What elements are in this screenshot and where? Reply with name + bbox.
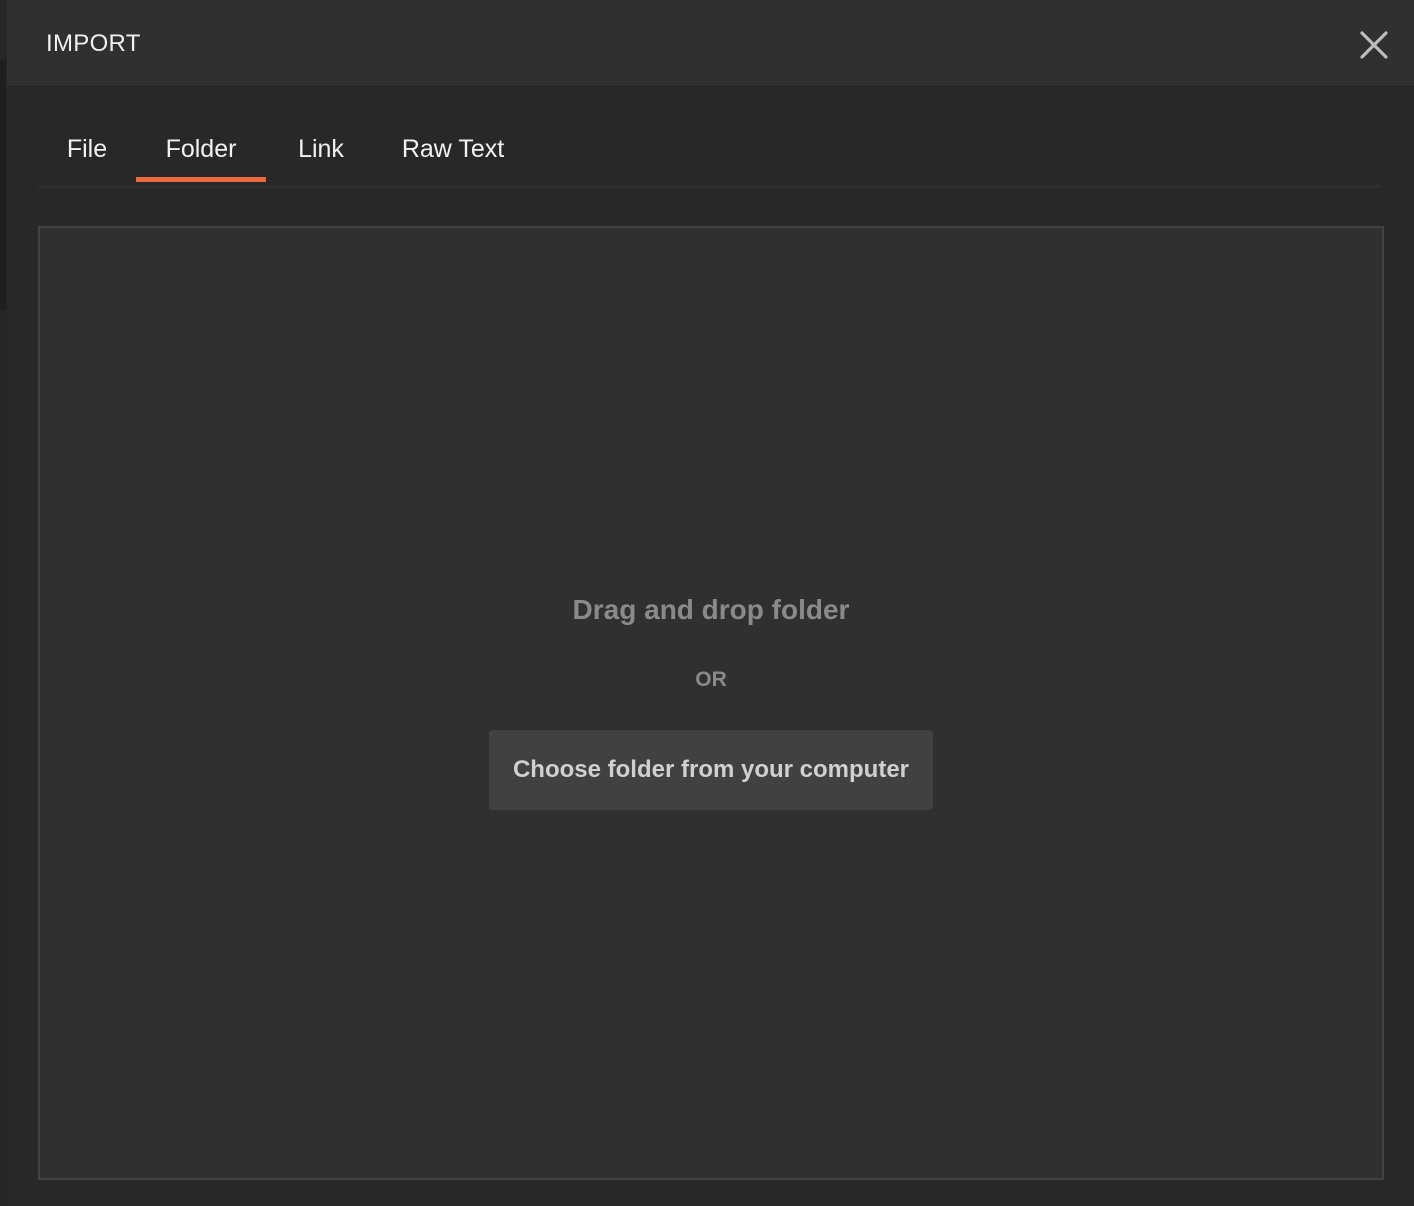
import-tabs: File Folder Link Raw Text [38, 110, 1382, 188]
folder-dropzone[interactable]: Drag and drop folder OR Choose folder fr… [38, 226, 1384, 1180]
modal-title: IMPORT [46, 30, 141, 57]
tab-link[interactable]: Link [288, 110, 354, 182]
close-button[interactable] [1357, 28, 1391, 62]
tab-file[interactable]: File [38, 110, 136, 182]
dropzone-title: Drag and drop folder [572, 594, 850, 625]
dropzone-or: OR [695, 668, 727, 691]
modal-header: IMPORT [7, 0, 1414, 87]
choose-folder-button[interactable]: Choose folder from your computer [489, 730, 933, 810]
tab-raw-text[interactable]: Raw Text [378, 110, 528, 182]
backdrop-edge [0, 60, 6, 310]
tab-folder[interactable]: Folder [136, 110, 266, 182]
import-modal: IMPORT File Folder Link Raw Text Drag an… [7, 0, 1414, 1206]
close-icon [1360, 31, 1388, 59]
